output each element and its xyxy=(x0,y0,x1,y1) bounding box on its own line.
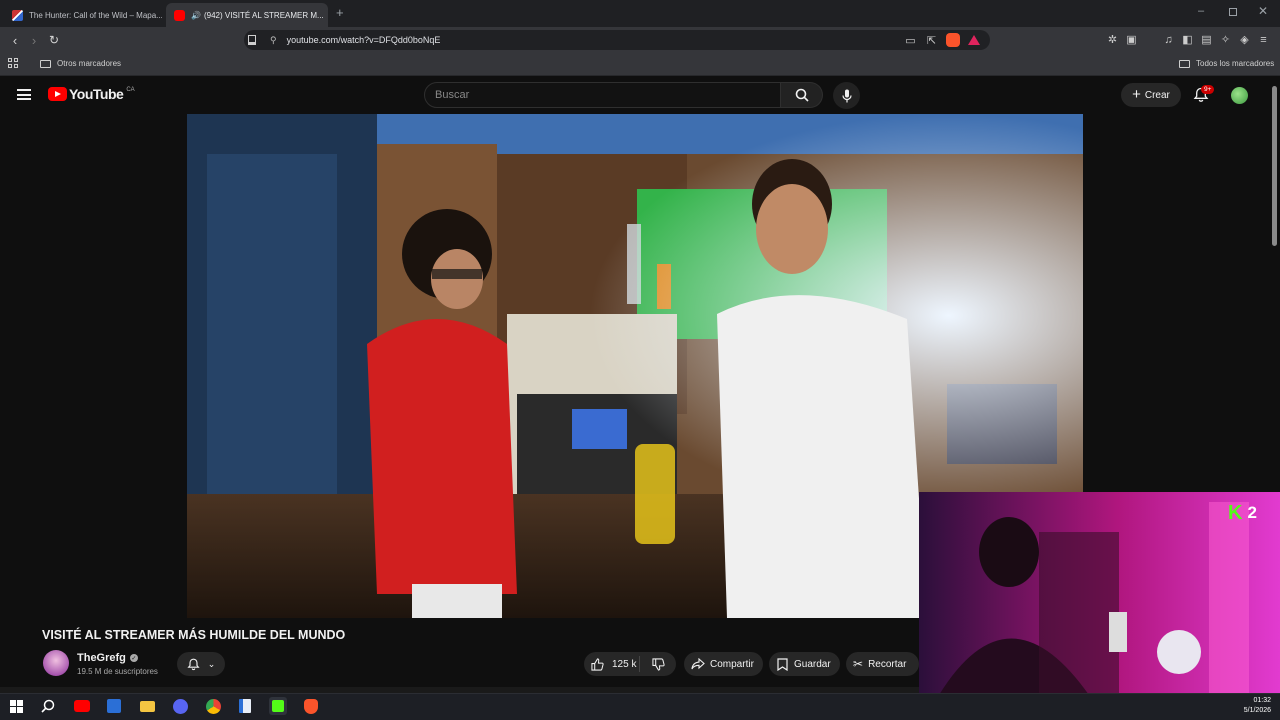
subscriber-count: 19.5 M de suscriptores xyxy=(77,667,158,676)
hamburger-menu-icon[interactable] xyxy=(17,89,31,100)
system-clock[interactable]: 01:32 5/1/2026 xyxy=(1231,696,1271,716)
back-arrow-icon[interactable]: ‹ xyxy=(6,31,24,49)
close-tab-icon[interactable]: × xyxy=(324,9,329,21)
kick-viewer-count: 2 xyxy=(1247,503,1257,522)
tab-label: The Hunter: Call of the Wild – Mapa... xyxy=(29,10,162,20)
chrome-icon[interactable] xyxy=(204,697,222,715)
sidebar-icon[interactable]: ◧ xyxy=(1181,33,1194,46)
logo-text: YouTube xyxy=(69,86,124,102)
apps-grid-icon[interactable] xyxy=(8,58,18,68)
search-button[interactable] xyxy=(781,82,823,108)
reload-icon[interactable]: ↻ xyxy=(45,31,63,49)
notifications-button[interactable]: 9+ xyxy=(1193,85,1215,105)
tab-bar: The Hunter: Call of the Wild – Mapa... 🔊… xyxy=(0,0,1280,27)
maximize-button[interactable] xyxy=(1229,8,1237,16)
bookmarks-bar: Otros marcadores Todos los marcadores xyxy=(0,53,1280,76)
scissors-icon: ✂ xyxy=(853,657,864,671)
media-control-icon[interactable]: ♫ xyxy=(1162,33,1175,46)
clip-button[interactable]: ✂ Recortar xyxy=(846,652,919,676)
kick-logo-icon: K xyxy=(1228,502,1243,524)
like-count: 125 k xyxy=(612,658,637,670)
microphone-icon xyxy=(841,89,852,102)
install-app-icon[interactable]: ▭ xyxy=(904,34,917,47)
notification-count-badge: 9+ xyxy=(1201,85,1215,94)
brave-rewards-icon[interactable] xyxy=(968,35,980,45)
user-avatar[interactable] xyxy=(1231,87,1248,104)
forward-arrow-icon[interactable]: › xyxy=(25,31,43,49)
other-bookmarks-folder[interactable]: Otros marcadores xyxy=(40,59,121,68)
extensions-area: ✲ ▣ ♫ ◧ ▤ ✧ ◈ ≡ xyxy=(1106,33,1270,47)
file-explorer-icon[interactable] xyxy=(138,697,156,715)
channel-name[interactable]: TheGrefg xyxy=(77,652,126,664)
audio-playing-icon[interactable]: 🔊 xyxy=(191,11,201,20)
share-arrow-icon xyxy=(691,658,705,670)
discord-icon[interactable] xyxy=(171,697,189,715)
wallet-icon[interactable]: ▤ xyxy=(1200,33,1213,46)
close-window-button[interactable]: ✕ xyxy=(1258,4,1268,18)
share-button[interactable]: Compartir xyxy=(684,652,763,676)
save-button[interactable]: Guardar xyxy=(769,652,840,676)
tab-thehunter[interactable]: The Hunter: Call of the Wild – Mapa... xyxy=(4,3,162,27)
video-title: VISITÉ AL STREAMER MÁS HUMILDE DEL MUNDO xyxy=(42,628,346,642)
youtube-logo[interactable]: YouTube CA xyxy=(48,86,135,102)
like-dislike-group: 125 k xyxy=(584,652,676,676)
create-button[interactable]: + Crear xyxy=(1121,83,1181,107)
plus-icon: + xyxy=(1132,86,1141,103)
voice-search-button[interactable] xyxy=(833,82,860,109)
bell-icon xyxy=(187,658,200,670)
youtube-app-icon[interactable] xyxy=(73,697,91,715)
like-button[interactable]: 125 k xyxy=(584,656,640,672)
all-bookmarks-folder[interactable]: Todos los marcadores xyxy=(1179,59,1274,68)
youtube-favicon-icon xyxy=(174,9,185,21)
thumbs-down-icon xyxy=(651,657,665,671)
document-app-icon[interactable] xyxy=(236,697,254,715)
search-input[interactable]: Buscar xyxy=(424,82,781,108)
search-placeholder: Buscar xyxy=(435,89,470,101)
kick-viewer-counter: K 2 xyxy=(1228,503,1257,523)
region-code: CA xyxy=(126,86,135,93)
windows-taskbar xyxy=(0,693,1280,720)
clock-time: 01:32 xyxy=(1253,697,1271,704)
bookmark-page-icon[interactable] xyxy=(248,35,256,45)
obs-kick-app-icon[interactable] xyxy=(269,697,287,715)
dislike-button[interactable] xyxy=(640,657,676,671)
new-tab-button[interactable]: + xyxy=(336,5,344,20)
windows-start-icon[interactable] xyxy=(7,697,25,715)
menu-icon[interactable]: ≡ xyxy=(1257,33,1270,46)
minimize-button[interactable]: – xyxy=(1198,5,1204,17)
save-bookmark-icon xyxy=(777,657,788,671)
youtube-play-logo-icon xyxy=(48,87,67,101)
store-app-icon[interactable] xyxy=(105,697,123,715)
webcam-image xyxy=(919,492,1280,695)
brave-browser-icon[interactable] xyxy=(302,697,320,715)
address-bar[interactable]: ⚲ youtube.com/watch?v=DFQdd0boNqE ▭ ⇱ xyxy=(244,30,990,50)
tab-label: (942) VISITÉ AL STREAMER M... xyxy=(203,10,324,20)
brave-shields-icon[interactable] xyxy=(946,33,960,47)
subscription-notifications-button[interactable]: ⌄ xyxy=(177,652,225,676)
vpn-icon[interactable]: ◈ xyxy=(1238,33,1251,46)
leo-ai-icon[interactable]: ✧ xyxy=(1219,33,1232,46)
share-page-icon[interactable]: ⇱ xyxy=(925,34,938,47)
folder-icon xyxy=(1179,59,1190,68)
chevron-down-icon: ⌄ xyxy=(207,658,216,669)
search-icon xyxy=(795,88,809,102)
channel-name-row: TheGrefg ✓ xyxy=(77,652,138,664)
streamer-webcam-overlay: K 2 xyxy=(919,492,1280,695)
channel-avatar[interactable] xyxy=(43,650,69,676)
screenshot-icon[interactable]: ▣ xyxy=(1125,33,1138,46)
thumbs-up-icon xyxy=(591,657,604,671)
folder-icon xyxy=(40,59,51,68)
tab-youtube-video[interactable]: 🔊 (942) VISITÉ AL STREAMER M... × xyxy=(166,3,328,27)
url-text[interactable]: youtube.com/watch?v=DFQdd0boNqE xyxy=(287,35,441,45)
page-scrollbar[interactable] xyxy=(1272,86,1277,246)
taskbar-search-icon[interactable] xyxy=(39,697,57,715)
verified-badge-icon: ✓ xyxy=(129,654,138,662)
site-settings-icon[interactable]: ⚲ xyxy=(270,35,277,46)
thehunter-favicon-icon xyxy=(12,9,23,21)
extensions-icon[interactable]: ✲ xyxy=(1106,33,1119,46)
clock-date: 5/1/2026 xyxy=(1243,707,1271,714)
